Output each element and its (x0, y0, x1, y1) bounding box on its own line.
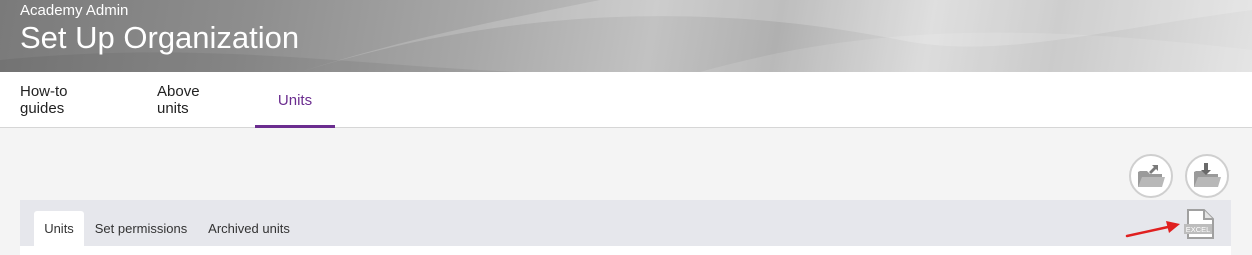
annotation-arrow-icon (1125, 221, 1180, 238)
units-table-area (20, 246, 1231, 255)
download-button[interactable] (1185, 154, 1229, 198)
subtab-label: Set permissions (94, 221, 188, 236)
subtab-archived-units[interactable]: Archived units (204, 211, 294, 246)
page-header-banner: Academy Admin Set Up Organization (0, 0, 1252, 72)
folder-upload-icon (1138, 165, 1165, 187)
tab-above-units[interactable]: Above units (157, 72, 232, 128)
folder-download-icon (1194, 163, 1221, 187)
sub-tab-bar: Units Set permissions Archived units (20, 200, 1231, 246)
page-title: Set Up Organization (20, 20, 300, 55)
subtab-set-permissions[interactable]: Set permissions (92, 211, 190, 246)
tab-how-to-guides[interactable]: How-to guides (20, 72, 110, 128)
excel-export-button[interactable]: EXCEL (1180, 209, 1218, 244)
tab-units[interactable]: Units (255, 72, 335, 128)
subtab-units[interactable]: Units (34, 211, 84, 246)
app-subtitle: Academy Admin (20, 2, 129, 19)
subtab-label: Archived units (208, 221, 290, 236)
excel-export-icon: EXCEL (1184, 209, 1214, 239)
tab-label: Units (277, 91, 313, 109)
subtab-label: Units (44, 221, 74, 236)
tab-label: Above units (157, 83, 200, 117)
main-tab-bar: How-to guides Above units Units (0, 72, 1252, 128)
tab-label: How-to guides (20, 83, 68, 117)
upload-button[interactable] (1129, 154, 1173, 198)
excel-label: EXCEL (1186, 225, 1211, 234)
